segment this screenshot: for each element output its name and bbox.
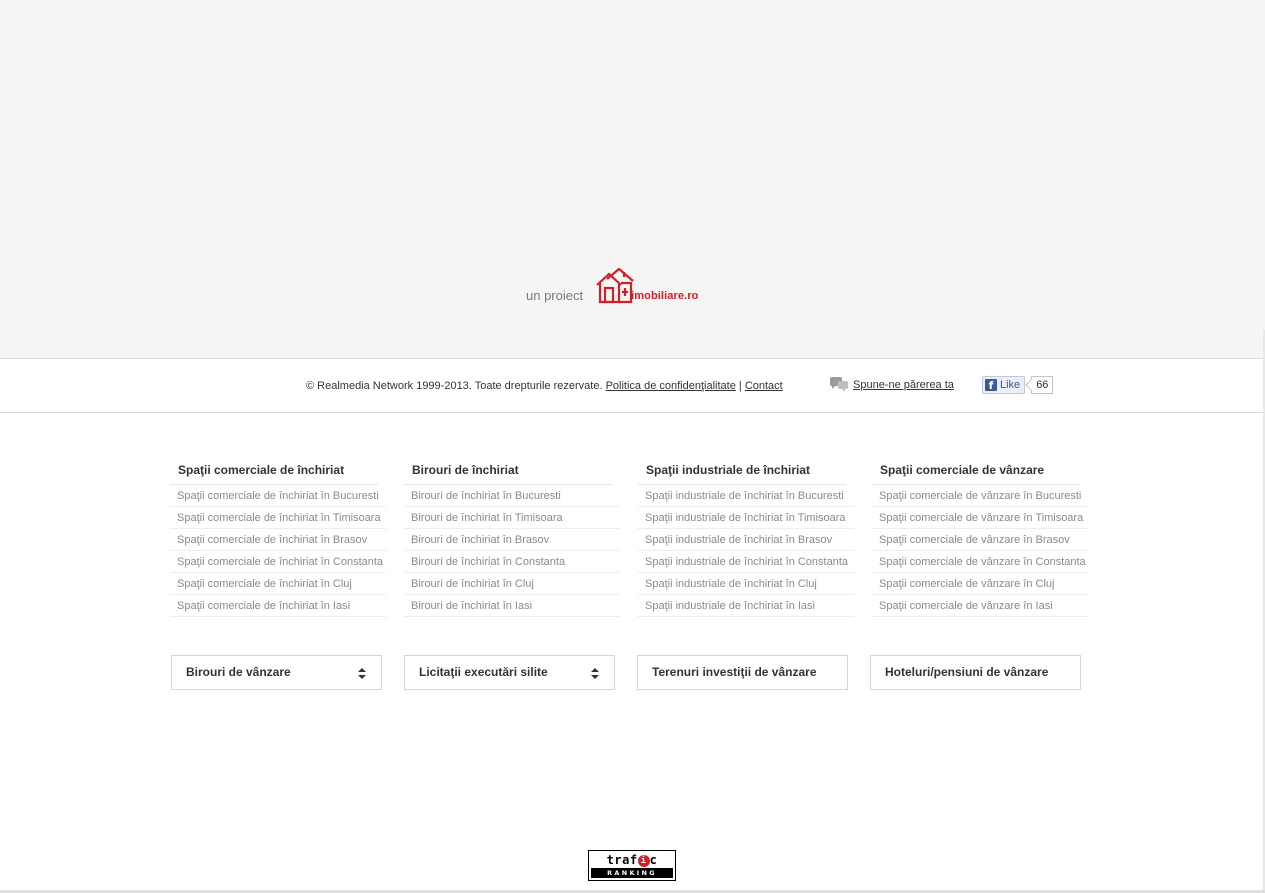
list-item[interactable]: Spaţii comerciale de vânzare în Cluj bbox=[872, 573, 1088, 595]
feedback-link[interactable]: Spune-ne părerea ta bbox=[853, 379, 954, 391]
dropdown-birouri-vanzare[interactable]: Birouri de vânzare bbox=[171, 655, 382, 690]
dropdown-hoteluri[interactable]: Hoteluri/pensiuni de vânzare bbox=[870, 655, 1081, 690]
column-birouri-inchiriat: Birouri de închiriat Birouri de închiria… bbox=[404, 463, 620, 617]
top-area: un proiect imobiliare.ro bbox=[0, 0, 1265, 359]
list-item[interactable]: Spaţii comerciale de închiriat în Timiso… bbox=[170, 507, 386, 529]
project-promo[interactable]: un proiect imobiliare.ro bbox=[526, 268, 698, 304]
privacy-link[interactable]: Politica de confidenţialitate bbox=[606, 380, 736, 392]
trafic-i-dot: i bbox=[637, 855, 650, 867]
facebook-like-button[interactable]: f Like bbox=[982, 376, 1026, 394]
list-item[interactable]: Spaţii comerciale de închiriat în Consta… bbox=[170, 551, 386, 573]
facebook-like-label: Like bbox=[1000, 379, 1021, 391]
list-item[interactable]: Spaţii industriale de închiriat în Timis… bbox=[638, 507, 854, 529]
dropdown-terenuri[interactable]: Terenuri investiţii de vânzare bbox=[637, 655, 848, 690]
list-item[interactable]: Spaţii industriale de închiriat în Braso… bbox=[638, 529, 854, 551]
trafic-prefix: traf bbox=[606, 853, 638, 867]
logo-text: imobiliare.ro bbox=[631, 290, 699, 302]
dropdown-label: Licitaţii executări silite bbox=[419, 665, 548, 679]
list-item[interactable]: Birouri de închiriat în Brasov bbox=[404, 529, 620, 551]
list-item[interactable]: Birouri de închiriat în Iasi bbox=[404, 595, 620, 617]
trafic-logo-text: traf i c bbox=[589, 851, 675, 869]
facebook-like-widget[interactable]: f Like 66 bbox=[982, 376, 1054, 394]
list-item[interactable]: Spaţii comerciale de închiriat în Bucure… bbox=[170, 485, 386, 507]
column-title: Spaţii industriale de închiriat bbox=[638, 463, 846, 485]
sort-arrows-icon bbox=[591, 668, 599, 679]
copyright-line: © Realmedia Network 1999-2013. Toate dre… bbox=[306, 380, 783, 392]
list-item[interactable]: Spaţii comerciale de vânzare în Iasi bbox=[872, 595, 1088, 617]
dropdown-licitatii[interactable]: Licitaţii executări silite bbox=[404, 655, 615, 690]
contact-link[interactable]: Contact bbox=[745, 380, 783, 392]
dropdown-label: Hoteluri/pensiuni de vânzare bbox=[885, 665, 1049, 679]
list-item[interactable]: Spaţii comerciale de vânzare în Brasov bbox=[872, 529, 1088, 551]
list-item[interactable]: Spaţii comerciale de închiriat în Iasi bbox=[170, 595, 386, 617]
list-item[interactable]: Birouri de închiriat în Cluj bbox=[404, 573, 620, 595]
list-item[interactable]: Spaţii industriale de închiriat în Const… bbox=[638, 551, 854, 573]
column-spatii-industriale-inchiriat: Spaţii industriale de închiriat Spaţii i… bbox=[638, 463, 854, 617]
list-item[interactable]: Birouri de închiriat în Bucuresti bbox=[404, 485, 620, 507]
list-item[interactable]: Birouri de închiriat în Constanta bbox=[404, 551, 620, 573]
trafic-ranking-badge[interactable]: traf i c RANKING bbox=[588, 850, 676, 881]
facebook-icon: f bbox=[985, 379, 997, 392]
sort-arrows-icon bbox=[358, 668, 366, 679]
dropdown-label: Terenuri investiţii de vânzare bbox=[652, 665, 817, 679]
copyright-text: © Realmedia Network 1999-2013. Toate dre… bbox=[306, 380, 603, 392]
list-item[interactable]: Spaţii industriale de închiriat în Cluj bbox=[638, 573, 854, 595]
list-item[interactable]: Spaţii industriale de închiriat în Iasi bbox=[638, 595, 854, 617]
promo-label: un proiect bbox=[526, 288, 584, 303]
facebook-like-count: 66 bbox=[1031, 376, 1054, 394]
feedback[interactable]: Spune-ne părerea ta bbox=[829, 377, 954, 393]
imobiliare-logo[interactable]: imobiliare.ro bbox=[595, 268, 698, 304]
separator: | bbox=[738, 380, 742, 392]
list-item[interactable]: Birouri de închiriat în Timisoara bbox=[404, 507, 620, 529]
dropdown-label: Birouri de vânzare bbox=[186, 665, 291, 679]
column-title: Spaţii comerciale de închiriat bbox=[170, 463, 378, 485]
trafic-suffix: c bbox=[649, 853, 658, 867]
footer-bar: © Realmedia Network 1999-2013. Toate dre… bbox=[0, 360, 1265, 413]
column-spatii-comerciale-inchiriat: Spaţii comerciale de închiriat Spaţii co… bbox=[170, 463, 386, 617]
list-item[interactable]: Spaţii industriale de închiriat în Bucur… bbox=[638, 485, 854, 507]
house-logo-icon bbox=[596, 268, 634, 304]
list-item[interactable]: Spaţii comerciale de închiriat în Cluj bbox=[170, 573, 386, 595]
list-item[interactable]: Spaţii comerciale de vânzare în Bucurest… bbox=[872, 485, 1088, 507]
list-item[interactable]: Spaţii comerciale de vânzare în Timisoar… bbox=[872, 507, 1088, 529]
list-item[interactable]: Spaţii comerciale de vânzare în Constant… bbox=[872, 551, 1088, 573]
ranking-label: RANKING bbox=[591, 868, 673, 878]
list-item[interactable]: Spaţii comerciale de închiriat în Brasov bbox=[170, 529, 386, 551]
column-spatii-comerciale-vanzare: Spaţii comerciale de vânzare Spaţii come… bbox=[872, 463, 1088, 617]
speech-bubbles-icon bbox=[830, 377, 848, 392]
column-title: Spaţii comerciale de vânzare bbox=[872, 463, 1080, 485]
column-title: Birouri de închiriat bbox=[404, 463, 612, 485]
